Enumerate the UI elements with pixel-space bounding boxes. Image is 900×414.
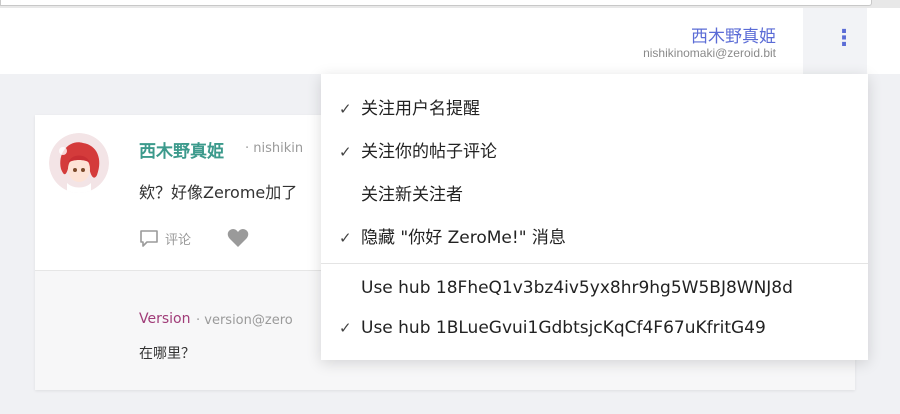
- comment-author[interactable]: Version: [139, 311, 190, 327]
- menu-item-follow-post-comments[interactable]: ✓ 关注你的帖子评论: [321, 132, 868, 172]
- menu-item-hide-hello-message[interactable]: ✓ 隐藏 "你好 ZeroMe!" 消息: [321, 218, 868, 258]
- current-user-name[interactable]: 西木野真姫: [691, 22, 776, 47]
- comment-author-id: · version@zero: [196, 313, 293, 328]
- check-icon: ✓: [339, 229, 352, 247]
- menu-item-label: Use hub 1BLueGvui1GdbtsjcKqCf4F67uKfritG…: [361, 318, 766, 338]
- settings-menu-button[interactable]: ⋮: [803, 8, 867, 74]
- heart-icon[interactable]: [227, 228, 249, 248]
- address-bar[interactable]: [0, 0, 872, 6]
- comment-icon: [140, 230, 158, 247]
- current-user-id: nishikinomaki@zeroid.bit: [643, 46, 776, 60]
- comment-button[interactable]: 评论: [139, 227, 191, 249]
- top-header: 西木野真姫 nishikinomaki@zeroid.bit ⋮: [0, 8, 900, 74]
- menu-item-hub-2[interactable]: ✓ Use hub 1BLueGvui1GdbtsjcKqCf4F67uKfri…: [321, 308, 868, 348]
- check-icon: ✓: [339, 319, 352, 337]
- post-author-id: · nishikin: [245, 141, 304, 156]
- check-icon: ✓: [339, 100, 352, 118]
- menu-item-label: 关注新关注者: [361, 185, 463, 205]
- menu-item-label: 关注用户名提醒: [361, 99, 480, 119]
- avatar[interactable]: [49, 133, 109, 193]
- menu-item-label: 关注你的帖子评论: [361, 142, 497, 162]
- menu-item-hub-1[interactable]: Use hub 18FheQ1v3bz4iv5yx8hr9hg5W5BJ8WNJ…: [321, 268, 868, 308]
- settings-dropdown-menu: ✓ 关注用户名提醒 ✓ 关注你的帖子评论 关注新关注者 ✓ 隐藏 "你好 Zer…: [321, 74, 868, 360]
- vertical-dots-icon: ⋮: [833, 26, 855, 51]
- menu-divider: [321, 263, 868, 264]
- menu-item-label: 隐藏 "你好 ZeroMe!" 消息: [361, 228, 566, 248]
- check-icon: ✓: [339, 143, 352, 161]
- post-author[interactable]: 西木野真姫: [139, 137, 224, 162]
- comment-label: 评论: [165, 232, 192, 248]
- menu-item-follow-new-followers[interactable]: 关注新关注者: [321, 175, 868, 215]
- post-body: 欸？好像Zerome加了: [139, 183, 298, 202]
- browser-address-strip: [0, 0, 900, 8]
- comment-body: 在哪里？: [139, 346, 195, 362]
- menu-item-label: Use hub 18FheQ1v3bz4iv5yx8hr9hg5W5BJ8WNJ…: [361, 278, 793, 298]
- menu-item-follow-username-mentions[interactable]: ✓ 关注用户名提醒: [321, 89, 868, 129]
